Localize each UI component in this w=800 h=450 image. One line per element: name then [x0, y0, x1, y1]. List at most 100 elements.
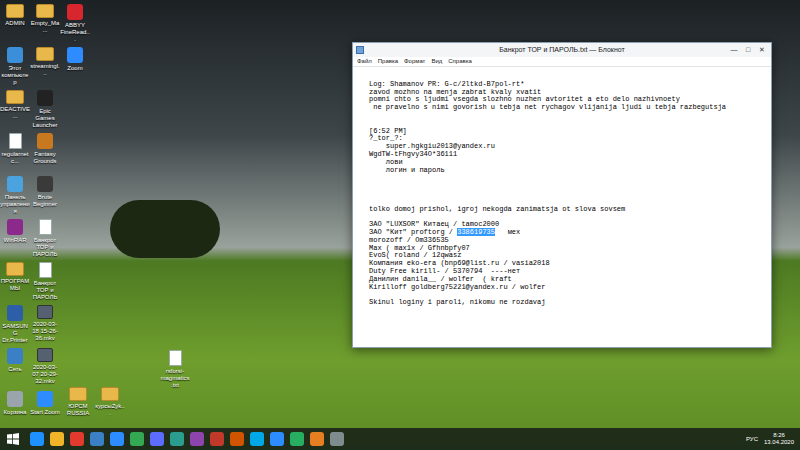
desktop-icon[interactable]: 2020-03-18 15-26-36.mkv [30, 303, 60, 346]
desktop-icon[interactable]: streamingl... [30, 45, 60, 88]
taskbar-app-icon[interactable] [210, 432, 224, 446]
text-run: мех [495, 228, 520, 236]
desktop-icon[interactable]: ПРОГРАММЫ [0, 260, 30, 303]
desktop-icon-label: SAMSUNG Dr.Printer [0, 323, 30, 344]
text-line: ne pravelno s nimi govorish u tebja net … [369, 104, 767, 112]
text-line: pomni chto s ljudmi vsegda slozhno nuzhe… [369, 96, 767, 104]
taskbar-app-icon[interactable] [110, 432, 124, 446]
desktop: ADMIN Этот компьютерDEACTIVE ...regularne… [0, 0, 800, 450]
desktop-icon[interactable]: Корзина [0, 389, 30, 432]
app-icon [67, 47, 83, 63]
text-run: логин и пароль [369, 166, 445, 174]
text-run: Max ( max1x / Gfhnbpfy07 [369, 244, 470, 252]
text-line: Duty Free kirill- / 5370794 ----нет [369, 268, 767, 276]
desktop-icon-label: Банкрот ТОР и ПАРОЛЬ [30, 237, 60, 258]
app-icon [7, 47, 23, 63]
desktop-icon[interactable]: DEACTIVE ... [0, 88, 30, 131]
menu-bar: Файл Правка Формат Вид Справка [353, 57, 771, 67]
taskbar-app-icon[interactable] [290, 432, 304, 446]
icon-column: ADMIN Этот компьютерDEACTIVE ...regularne… [0, 2, 30, 432]
text-area[interactable]: Log: Shamanov PR: G-c/2ltkd-B7pol-rt*zav… [353, 67, 771, 347]
desktop-icon[interactable]: Epic Games Launcher [30, 88, 60, 131]
menu-item[interactable]: Файл [357, 57, 372, 66]
text-run: ne pravelno s nimi govorish u tebja net … [369, 103, 726, 111]
text-run: Log: Shamanov PR: G-c/2ltkd-B7pol-rt* [369, 80, 524, 88]
desktop-icon-label: Этот компьютер [0, 65, 30, 86]
desktop-icon[interactable]: Банкрот ТОР и ПАРОЛЬ [30, 217, 60, 260]
desktop-icon[interactable]: Панель управления [0, 174, 30, 217]
menu-item[interactable]: Вид [431, 57, 442, 66]
desktop-icon[interactable]: курсыZyk... [95, 385, 125, 428]
desktop-icon[interactable]: WinRAR [0, 217, 30, 260]
document-icon [9, 133, 22, 149]
folder-icon [101, 387, 119, 401]
text-run: super.hgkgiu2013@yandex.ru [369, 142, 495, 150]
window-control-button[interactable]: □ [741, 43, 755, 57]
taskbar-app-icon[interactable] [310, 432, 324, 446]
taskbar-app-icon[interactable] [190, 432, 204, 446]
folder-icon [6, 4, 24, 18]
loose-file: rsforsi-magmatics.txt [160, 348, 190, 391]
desktop-icon[interactable]: ABBYY FineRead... [60, 2, 90, 45]
start-button[interactable] [0, 428, 26, 450]
desktop-icon[interactable]: Этот компьютер [0, 45, 30, 88]
taskbar-apps [26, 432, 348, 446]
desktop-icon-label: курсыZyk... [95, 403, 125, 417]
taskbar-app-icon[interactable] [330, 432, 344, 446]
desktop-icon[interactable]: Start Zoom [30, 389, 60, 432]
desktop-icon[interactable]: regularnetc... [0, 131, 30, 174]
app-icon [7, 391, 23, 407]
window-control-button[interactable]: ✕ [755, 43, 769, 57]
taskbar-app-icon[interactable] [270, 432, 284, 446]
taskbar-app-icon[interactable] [30, 432, 44, 446]
language-indicator[interactable]: РУС [746, 435, 758, 444]
text-line: Skinul loginy i paroli, nikomu ne rozdav… [369, 299, 767, 307]
text-run: Компания eko-era (bnp69@list.ru / vasia2… [369, 259, 550, 267]
icon-column: Empty_Ma...streamingl...Epic Games Launc… [30, 2, 60, 432]
text-line: [6:52 PM] [369, 128, 767, 136]
desktop-icon-label: Сеть [0, 366, 30, 373]
desktop-icon[interactable]: 2020-03-07 20-29-32.mkv [30, 346, 60, 389]
desktop-icon-label: Банкрот ТОР и ПАРОЛЬ [30, 280, 60, 301]
text-line [369, 213, 767, 221]
taskbar-app-icon[interactable] [50, 432, 64, 446]
app-icon [37, 90, 53, 106]
menu-item[interactable]: Формат [404, 57, 425, 66]
taskbar-app-icon[interactable] [130, 432, 144, 446]
text-run: ЗАО "Кит" proftorg / [369, 228, 457, 236]
text-run: Skinul loginy i paroli, nikomu ne rozdav… [369, 298, 545, 306]
text-line [369, 120, 767, 128]
text-line [369, 73, 767, 81]
desktop-icon[interactable]: Сеть [0, 346, 30, 389]
text-line: Max ( max1x / Gfhnbpfy07 [369, 245, 767, 253]
desktop-icon-label: WinRAR [0, 237, 30, 244]
folder-icon [6, 262, 24, 276]
taskbar-app-icon[interactable] [250, 432, 264, 446]
desktop-icon[interactable]: Zoom [60, 45, 90, 88]
taskbar-app-icon[interactable] [70, 432, 84, 446]
taskbar-app-icon[interactable] [170, 432, 184, 446]
video-file-icon [37, 348, 53, 362]
desktop-icon[interactable]: ADMIN [0, 2, 30, 45]
desktop-icon[interactable]: Empty_Ma... [30, 2, 60, 45]
window-controls: —□✕ [727, 43, 769, 57]
clock[interactable]: 8:2613.04.2020 [764, 432, 794, 446]
desktop-icon[interactable]: SAMSUNG Dr.Printer [0, 303, 30, 346]
text-run: ?_tor_?: [369, 134, 403, 142]
taskbar-app-icon[interactable] [230, 432, 244, 446]
desktop-icon[interactable]: rsforsi-magmatics.txt [160, 348, 190, 391]
desktop-icon-label: Brute Beginner [30, 194, 60, 208]
menu-item[interactable]: Правка [378, 57, 398, 66]
taskbar-app-icon[interactable] [150, 432, 164, 446]
desktop-icon[interactable]: ЮРСМ RUSSIA [63, 385, 93, 428]
menu-item[interactable]: Справка [448, 57, 472, 66]
desktop-icon[interactable]: Brute Beginner [30, 174, 60, 217]
text-run: morozoff / Om336535 [369, 236, 449, 244]
window-control-button[interactable]: — [727, 43, 741, 57]
text-line: zavod mozhno na menja zabrat kvaly xvati… [369, 89, 767, 97]
desktop-icon[interactable]: Fantasy Grounds [30, 131, 60, 174]
desktop-icon[interactable]: Банкрот ТОР и ПАРОЛЬ [30, 260, 60, 303]
taskbar-app-icon[interactable] [90, 432, 104, 446]
